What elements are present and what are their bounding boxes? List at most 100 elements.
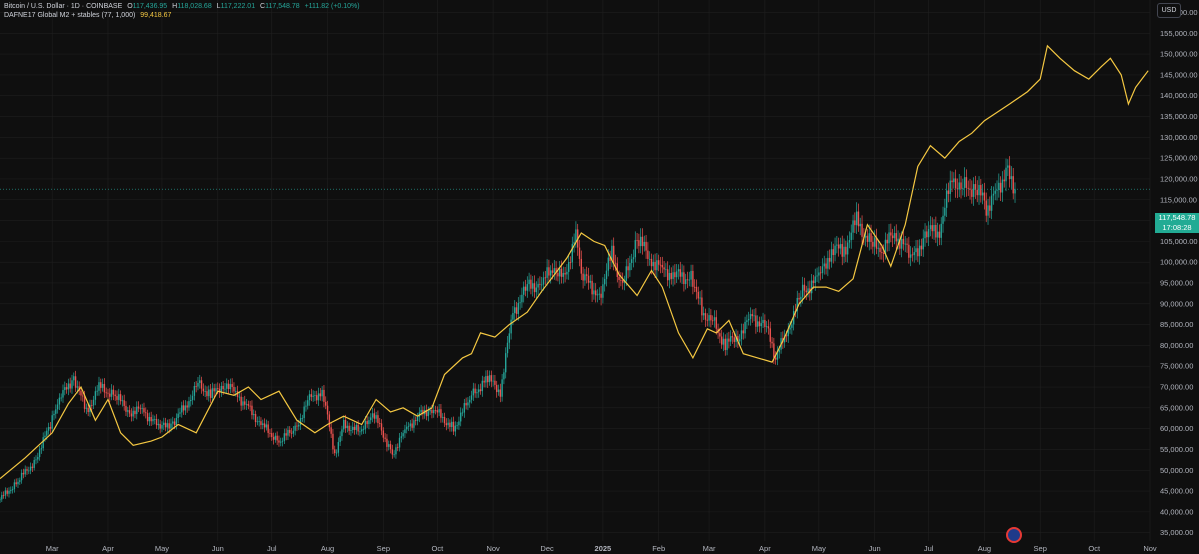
candle-body bbox=[42, 437, 44, 449]
candle-body bbox=[476, 392, 478, 394]
candle-body bbox=[965, 177, 968, 188]
candle-body bbox=[654, 261, 656, 271]
candle-body bbox=[1, 495, 3, 500]
candle-body bbox=[301, 418, 304, 419]
candle-body bbox=[639, 236, 642, 247]
x-tick-label: Sep bbox=[377, 544, 390, 553]
candle-body bbox=[226, 383, 228, 389]
candle-body bbox=[172, 421, 174, 424]
time-axis[interactable]: Mar Apr May Jun Jul Aug Sep Oct Nov Dec 2025 Feb Mar… bbox=[46, 544, 1157, 553]
currency-button[interactable]: USD bbox=[1157, 3, 1181, 18]
candle-body bbox=[857, 211, 860, 227]
candle-body bbox=[758, 321, 761, 327]
candle-body bbox=[143, 408, 145, 413]
candle-body bbox=[100, 382, 102, 388]
candle-body bbox=[101, 383, 104, 388]
candle-body bbox=[548, 267, 550, 276]
candle-body bbox=[746, 320, 748, 322]
candle-body bbox=[960, 182, 962, 189]
y-tick-label: 65,000.00 bbox=[1160, 403, 1193, 412]
candle-body bbox=[371, 413, 374, 418]
candle-body bbox=[692, 270, 694, 287]
candle-body bbox=[672, 272, 674, 279]
candle-body bbox=[972, 184, 975, 197]
candle-body bbox=[625, 266, 627, 281]
candle-body bbox=[902, 238, 905, 245]
candle-body bbox=[53, 413, 55, 416]
candle-body bbox=[990, 195, 993, 211]
y-tick-label: 135,000.00 bbox=[1160, 112, 1198, 121]
x-tick-label: Nov bbox=[486, 544, 500, 553]
candle-body bbox=[629, 262, 631, 271]
candle-body bbox=[92, 399, 95, 406]
candle-body bbox=[731, 336, 734, 338]
candle-body bbox=[828, 257, 831, 262]
candle-body bbox=[213, 388, 215, 392]
candle-body bbox=[62, 390, 64, 398]
x-tick-label: Oct bbox=[1088, 544, 1101, 553]
y-tick-label: 80,000.00 bbox=[1160, 341, 1193, 350]
candle-body bbox=[706, 319, 708, 321]
candle-body bbox=[523, 286, 525, 295]
candle-body bbox=[675, 271, 678, 278]
candle-body bbox=[274, 435, 277, 440]
candle-body bbox=[994, 190, 996, 194]
indicator-legend[interactable]: DAFNE17 Global M2 + stables (77, 1,000) … bbox=[4, 12, 174, 19]
candle-body bbox=[260, 421, 262, 425]
candle-body bbox=[339, 436, 341, 443]
candle-body bbox=[720, 336, 723, 345]
candle-body bbox=[630, 259, 633, 263]
candle-body bbox=[119, 394, 122, 402]
candle-body bbox=[368, 420, 370, 425]
y-tick-label: 120,000.00 bbox=[1160, 174, 1198, 183]
candle-body bbox=[310, 394, 313, 397]
candle-body bbox=[533, 283, 536, 293]
candle-body bbox=[51, 415, 53, 429]
candle-body bbox=[46, 430, 48, 436]
candle-body bbox=[701, 297, 703, 316]
candle-body bbox=[981, 192, 984, 196]
candle-body bbox=[276, 435, 278, 441]
candle-body bbox=[976, 189, 978, 196]
candle-body bbox=[801, 284, 804, 297]
candle-body bbox=[10, 490, 12, 491]
candle-body bbox=[175, 418, 178, 426]
x-tick-label: Jun bbox=[212, 544, 224, 553]
candle-body bbox=[996, 189, 998, 191]
candle-body bbox=[443, 416, 446, 424]
candle-body bbox=[612, 245, 615, 263]
candle-body bbox=[512, 313, 514, 320]
candle-body bbox=[967, 187, 969, 189]
candle-body bbox=[506, 342, 509, 354]
x-tick-label: 2025 bbox=[595, 544, 612, 553]
candle-body bbox=[924, 231, 926, 239]
candle-body bbox=[659, 264, 662, 266]
price-axis[interactable]: 35,000.00 40,000.00 45,000.00 50,000.00 55,0… bbox=[1160, 8, 1198, 537]
candle-body bbox=[222, 385, 224, 390]
us-flag-icon[interactable] bbox=[1006, 527, 1022, 543]
candle-body bbox=[173, 421, 176, 426]
candle-body bbox=[566, 271, 568, 275]
candle-body bbox=[391, 449, 394, 455]
price-chart[interactable]: 35,000.00 40,000.00 45,000.00 50,000.00 55,0… bbox=[0, 0, 1199, 554]
candle-body bbox=[488, 375, 491, 383]
candle-body bbox=[627, 266, 629, 271]
candle-body bbox=[112, 389, 115, 395]
candle-body bbox=[830, 249, 833, 262]
candle-body bbox=[83, 396, 86, 409]
candle-body bbox=[40, 448, 43, 450]
candle-body bbox=[121, 400, 124, 402]
candle-body bbox=[442, 416, 444, 418]
candle-body bbox=[704, 313, 707, 320]
candle-body bbox=[217, 388, 219, 389]
candle-body bbox=[825, 263, 827, 269]
candle-body bbox=[868, 233, 870, 242]
candle-body bbox=[936, 231, 939, 238]
candle-body bbox=[510, 319, 512, 334]
candle-body bbox=[904, 243, 906, 245]
high-value: 118,028.68 bbox=[177, 3, 212, 10]
x-tick-label: Jun bbox=[869, 544, 881, 553]
candle-body bbox=[918, 245, 921, 257]
candle-body bbox=[254, 414, 257, 423]
candle-body bbox=[539, 283, 541, 285]
